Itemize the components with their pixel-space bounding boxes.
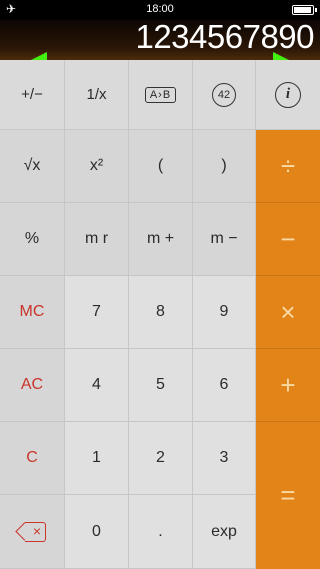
info-button[interactable]: i (256, 60, 320, 130)
digit-9-button[interactable]: 9 (193, 276, 256, 349)
memory-plus-button[interactable]: m + (129, 203, 193, 276)
right-paren-button[interactable]: ) (193, 130, 256, 203)
digit-3-button[interactable]: 3 (193, 422, 256, 495)
battery-icon (292, 5, 317, 15)
digit-8-button[interactable]: 8 (129, 276, 193, 349)
digit-4-button[interactable]: 4 (65, 349, 129, 422)
divide-button[interactable]: ÷ (256, 130, 320, 203)
reciprocal-button[interactable]: 1/x (65, 60, 129, 130)
backspace-icon: × (15, 521, 46, 542)
exp-button[interactable]: exp (193, 495, 256, 569)
backspace-button[interactable]: × (0, 495, 65, 569)
digit-0-button[interactable]: 0 (65, 495, 129, 569)
calculator-display: 1234567890 (0, 18, 320, 60)
memory-minus-button[interactable]: m − (193, 203, 256, 276)
clear-button[interactable]: C (0, 422, 65, 495)
digit-7-button[interactable]: 7 (65, 276, 129, 349)
multiply-button[interactable]: × (256, 276, 320, 349)
equals-button[interactable]: = (256, 422, 320, 569)
digit-5-button[interactable]: 5 (129, 349, 193, 422)
digit-6-button[interactable]: 6 (193, 349, 256, 422)
a-to-b-button[interactable]: A›B (129, 60, 193, 130)
num42-label: 42 (212, 82, 236, 107)
square-button[interactable]: x² (65, 130, 129, 203)
plus-minus-button[interactable]: +/− (0, 60, 65, 130)
keypad: +/− 1/x A›B 42 i √x x² ( ) ÷ % m r m + m… (0, 60, 320, 569)
minus-button[interactable]: − (256, 203, 320, 276)
memory-recall-button[interactable]: m r (65, 203, 129, 276)
decimal-button[interactable]: . (129, 495, 193, 569)
info-icon: i (275, 81, 301, 108)
sqrt-button[interactable]: √x (0, 130, 65, 203)
display-value: 1234567890 (135, 18, 314, 55)
a-to-b-label: A›B (144, 86, 177, 103)
digit-1-button[interactable]: 1 (65, 422, 129, 495)
all-clear-button[interactable]: AC (0, 349, 65, 422)
plus-button[interactable]: + (256, 349, 320, 422)
answer-42-button[interactable]: 42 (193, 60, 256, 130)
digit-2-button[interactable]: 2 (129, 422, 193, 495)
status-bar: ✈ 18:00 (0, 0, 320, 20)
percent-button[interactable]: % (0, 203, 65, 276)
left-paren-button[interactable]: ( (129, 130, 193, 203)
status-time: 18:00 (146, 3, 174, 15)
memory-clear-button[interactable]: MC (0, 276, 65, 349)
